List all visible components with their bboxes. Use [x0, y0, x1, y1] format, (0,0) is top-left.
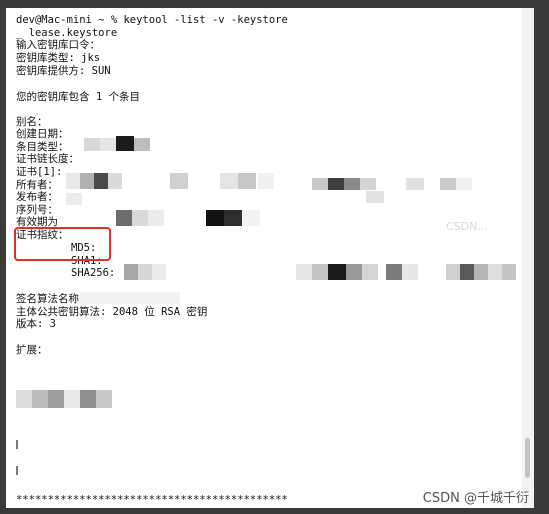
issuer-label: 发布者：: [16, 191, 58, 203]
command-line: dev@Mac-mini ~ % keytool -list -v -keyst…: [16, 14, 288, 26]
redaction-block: [346, 264, 362, 280]
redaction-block: [66, 193, 82, 205]
window-frame: dev@Mac-mini ~ % keytool -list -v -keyst…: [0, 0, 549, 514]
redaction-block: [446, 264, 460, 280]
redaction-block: [206, 210, 224, 226]
extensions-label: 扩展：: [16, 344, 48, 356]
vertical-scrollbar[interactable]: [522, 8, 534, 508]
redaction-block: [48, 390, 64, 408]
redaction-block: [108, 173, 122, 189]
redaction-block: [402, 264, 418, 280]
redaction-block: [80, 390, 96, 408]
redaction-block: [80, 173, 94, 189]
owner-label: 所有者：: [16, 179, 58, 191]
redaction-block: [386, 264, 402, 280]
redaction-block: [238, 173, 256, 189]
redaction-block: [152, 264, 166, 280]
redaction-block: [134, 138, 150, 151]
serial-label: 序列号：: [16, 204, 58, 216]
redaction-block: [170, 173, 188, 189]
fingerprint-highlight-box: [14, 227, 111, 261]
redaction-block: [100, 138, 116, 151]
redaction-block: [296, 264, 312, 280]
redaction-block: [362, 264, 378, 280]
scrollbar-thumb[interactable]: [525, 438, 530, 478]
redaction-block: [460, 264, 474, 280]
version-line: 版本: 3: [16, 318, 56, 330]
redaction-block: [488, 264, 502, 280]
redaction-block: [456, 178, 472, 190]
redaction-block: [80, 292, 180, 304]
margin-tick: [16, 466, 18, 475]
redaction-block: [224, 210, 242, 226]
ghost-watermark: CSDN...: [446, 220, 488, 233]
chain-length-label: 证书链长度：: [16, 153, 79, 165]
redaction-block: [344, 178, 360, 190]
redaction-block: [328, 264, 346, 280]
redaction-block: [502, 264, 516, 280]
redaction-block: [474, 264, 488, 280]
signature-algorithm-label: 签名算法名称：: [16, 293, 90, 305]
alias-label: 别名：: [16, 116, 48, 128]
redaction-block: [312, 264, 328, 280]
terminal-output[interactable]: dev@Mac-mini ~ % keytool -list -v -keyst…: [6, 8, 534, 508]
sha256-label: SHA256:: [71, 267, 116, 279]
redaction-block: [64, 390, 80, 408]
redaction-block: [96, 390, 112, 408]
separator-stars: ****************************************…: [16, 494, 288, 506]
entry-count-line: 您的密钥库包含 1 个条目: [16, 91, 140, 103]
redaction-block: [16, 390, 32, 408]
redaction-block: [242, 210, 260, 226]
entry-type-label: 条目类型：: [16, 141, 69, 153]
redaction-block: [84, 138, 100, 151]
public-key-line: 主体公共密钥算法: 2048 位 RSA 密钥: [16, 306, 208, 318]
redaction-block: [360, 178, 376, 190]
redaction-block: [94, 173, 108, 189]
redaction-block: [312, 178, 328, 190]
redaction-block: [328, 178, 344, 190]
csdn-watermark: CSDN @千城千衍: [422, 491, 529, 506]
keystore-provider-line: 密钥库提供方: SUN: [16, 65, 111, 77]
redaction-block: [258, 173, 274, 189]
redaction-block: [366, 191, 384, 203]
keystore-type-line: 密钥库类型: jks: [16, 52, 101, 64]
redaction-block: [124, 264, 138, 280]
redaction-block: [66, 173, 80, 189]
redaction-block: [406, 178, 424, 190]
redaction-block: [116, 210, 132, 226]
redaction-block: [440, 178, 456, 190]
redaction-block: [116, 136, 134, 151]
redaction-block: [32, 390, 48, 408]
password-prompt: 输入密钥库口令：: [16, 39, 100, 51]
margin-tick: [16, 440, 18, 449]
keystore-filename: _ lease.keystore: [16, 27, 118, 39]
cert-index-label: 证书[1]:: [16, 166, 63, 178]
redaction-block: [138, 264, 152, 280]
redaction-block: [220, 173, 238, 189]
redaction-block: [148, 210, 164, 226]
redaction-block: [132, 210, 148, 226]
created-label: 创建日期：: [16, 128, 69, 140]
